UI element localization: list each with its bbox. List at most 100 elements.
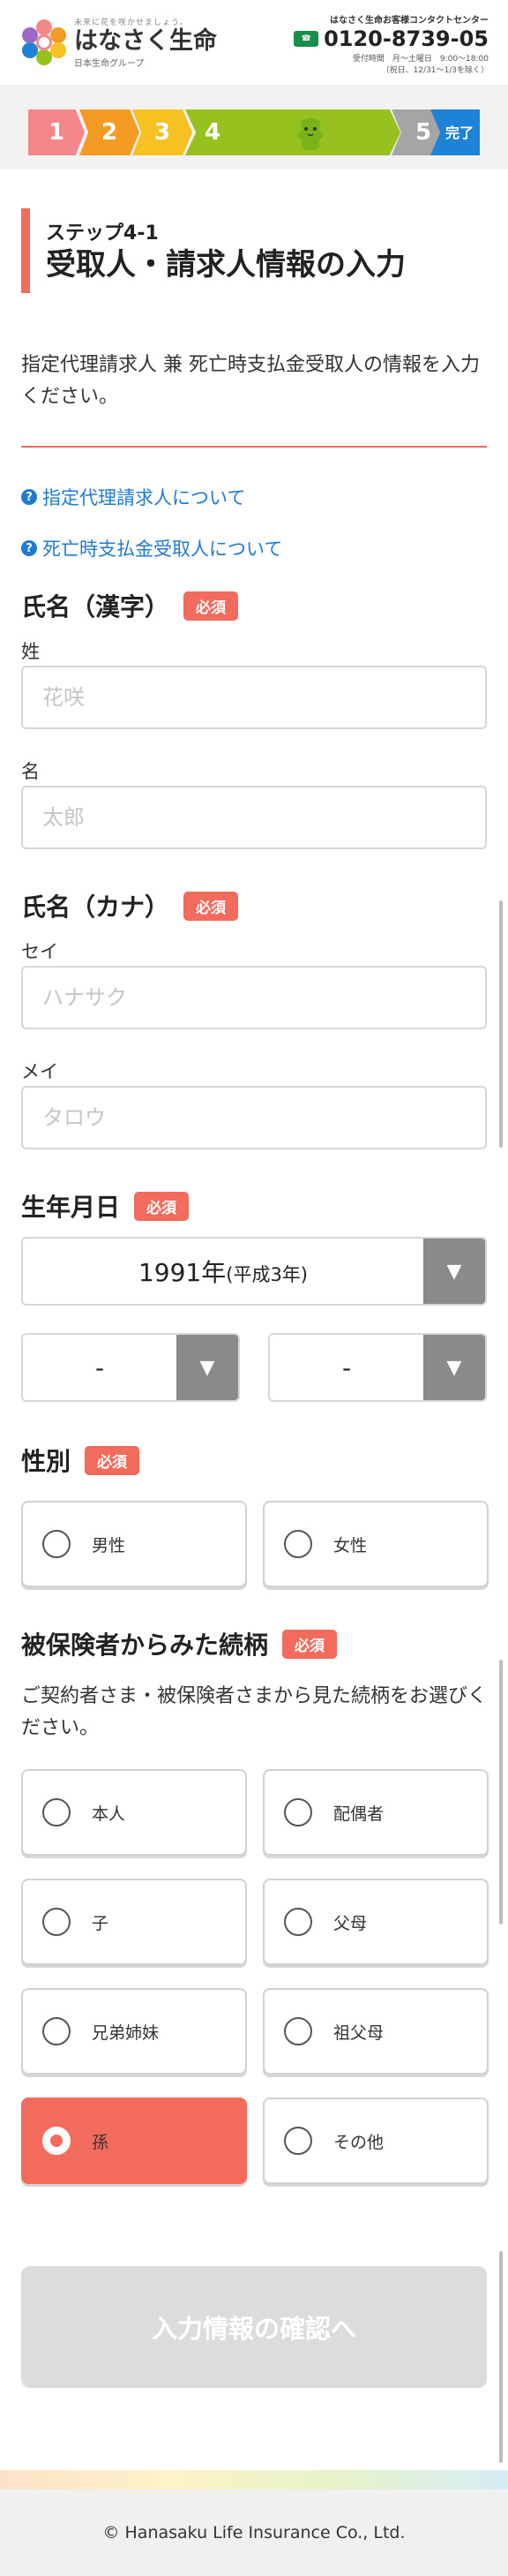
freedial-icon: ☎	[294, 31, 319, 47]
radio-button	[284, 2127, 312, 2155]
required-badge: 必須	[282, 1629, 338, 1659]
business-hours-note: （祝日、12/31～1/3を除く）	[381, 66, 489, 75]
radio-button-selected	[42, 2127, 71, 2155]
flower-logo-icon	[21, 19, 67, 65]
radio-button	[42, 1908, 71, 1936]
first-name-kanji-input[interactable]	[21, 786, 487, 849]
relation-option-siblings[interactable]: 兄弟姉妹	[21, 1988, 247, 2075]
radio-label: 孫	[92, 2132, 109, 2152]
mascot-icon	[293, 118, 328, 150]
scrollbar[interactable]	[499, 2251, 503, 2463]
divider	[21, 446, 487, 448]
help-link-label: 死亡時支払金受取人について	[42, 539, 283, 560]
relation-option-grandchild[interactable]: 孫	[21, 2098, 247, 2184]
last-name-label: 姓	[21, 641, 40, 662]
relation-option-other[interactable]: その他	[263, 2098, 489, 2184]
relation-option-spouse[interactable]: 配偶者	[263, 1769, 489, 1856]
birth-month-value: -	[94, 1352, 105, 1382]
birth-day-select[interactable]: - ▼	[268, 1333, 487, 1402]
brand-name: はなさく生命	[74, 27, 217, 55]
section-title: 氏名（カナ）	[21, 893, 170, 922]
radio-label: 女性	[333, 1535, 368, 1555]
last-name-kanji-input[interactable]	[21, 666, 487, 729]
relation-option-parents[interactable]: 父母	[263, 1879, 489, 1965]
relation-option-child[interactable]: 子	[21, 1879, 247, 1965]
business-hours: 受付時間 月～土曜日 9:00～18:00	[352, 55, 489, 64]
scrollbar[interactable]	[499, 900, 503, 1148]
name-kana-heading: 氏名（カナ） 必須	[21, 888, 239, 923]
logo[interactable]: 未来に花を咲かせましょう。 はなさく生命 日本生命グループ	[21, 16, 217, 69]
section-title: 生年月日	[21, 1193, 121, 1222]
scrollbar[interactable]	[499, 1660, 503, 1924]
relation-heading: 被保険者からみた続柄 必須	[21, 1626, 338, 1661]
contact-center: はなさく生命お客様コンタクトセンター ☎ 0120-8739-05 受付時間 月…	[294, 12, 489, 75]
radio-label: 兄弟姉妹	[92, 2022, 160, 2043]
question-icon: ?	[21, 540, 37, 556]
relation-description: ご契約者さま・被保険者さまから見た続柄をお選びください。	[21, 1685, 488, 1739]
progress-step-1: 1	[28, 109, 85, 155]
help-link-designated-proxy[interactable]: ? 指定代理請求人について	[21, 484, 245, 510]
phone-number[interactable]: 0120-8739-05	[324, 27, 489, 50]
radio-button	[284, 1908, 312, 1936]
radio-label: 子	[92, 1913, 109, 1933]
radio-button	[284, 1530, 312, 1558]
birth-year-value: 1991年	[138, 1258, 227, 1287]
chevron-down-icon: ▼	[423, 1335, 485, 1400]
gender-option-female[interactable]: 女性	[263, 1501, 489, 1587]
tagline: 未来に花を咲かせましょう。	[74, 19, 189, 27]
birthdate-heading: 生年月日 必須	[21, 1188, 190, 1224]
birth-year-era: (平成3年)	[226, 1264, 308, 1285]
radio-label: 祖父母	[333, 2022, 385, 2043]
relation-option-grandparents[interactable]: 祖父母	[263, 1988, 489, 2075]
copyright: © Hanasaku Life Insurance Co., Ltd.	[102, 2523, 406, 2542]
progress-area: 1 2 3 4 5 完了	[0, 85, 508, 169]
radio-label: 配偶者	[333, 1804, 385, 1824]
last-name-kana-label: セイ	[21, 941, 58, 962]
footer: © Hanasaku Life Insurance Co., Ltd.	[0, 2489, 508, 2576]
section-title: 性別	[21, 1447, 71, 1476]
page-title-block: ステップ4-1 受取人・請求人情報の入力	[21, 208, 487, 293]
page-title: 受取人・請求人情報の入力	[46, 247, 406, 282]
birth-day-value: -	[341, 1352, 352, 1382]
first-name-label: 名	[21, 761, 40, 782]
birth-year-select[interactable]: 1991年(平成3年) ▼	[21, 1237, 487, 1306]
radio-label: 父母	[333, 1913, 368, 1933]
chevron-down-icon: ▼	[423, 1239, 485, 1304]
help-link-label: 指定代理請求人について	[42, 487, 246, 508]
name-kanji-heading: 氏名（漢字） 必須	[21, 588, 239, 623]
radio-button	[284, 2017, 312, 2045]
intro-text: 指定代理請求人 兼 死亡時支払金受取人の情報を入力ください。	[21, 354, 480, 408]
question-icon: ?	[21, 489, 37, 505]
radio-label: 本人	[92, 1804, 126, 1824]
footer-color-strip	[0, 2470, 508, 2489]
progress-step-2: 2	[79, 109, 139, 155]
step-label: ステップ4-1	[46, 222, 159, 245]
contact-title: はなさく生命お客様コンタクトセンター	[330, 16, 489, 26]
site-header: 未来に花を咲かせましょう。 はなさく生命 日本生命グループ はなさく生命お客様コ…	[0, 0, 508, 85]
radio-label: 男性	[92, 1535, 126, 1555]
relation-option-self[interactable]: 本人	[21, 1769, 247, 1856]
gender-option-male[interactable]: 男性	[21, 1501, 247, 1587]
step-progress: 1 2 3 4 5 完了	[28, 109, 480, 155]
progress-step-3: 3	[132, 109, 192, 155]
section-title: 氏名（漢字）	[21, 592, 170, 621]
help-link-death-benefit-recipient[interactable]: ? 死亡時支払金受取人について	[21, 535, 282, 561]
chevron-down-icon: ▼	[176, 1335, 238, 1400]
progress-step-4-label: 4	[205, 119, 221, 146]
group-name: 日本生命グループ	[74, 59, 145, 69]
required-badge: 必須	[183, 891, 239, 921]
required-badge: 必須	[134, 1191, 190, 1221]
first-name-kana-input[interactable]	[21, 1086, 487, 1149]
confirm-button[interactable]: 入力情報の確認へ	[21, 2266, 487, 2388]
last-name-kana-input[interactable]	[21, 966, 487, 1029]
gender-heading: 性別 必須	[21, 1442, 140, 1478]
radio-button	[42, 2017, 71, 2045]
radio-button	[284, 1798, 312, 1827]
section-title: 被保険者からみた続柄	[21, 1631, 269, 1660]
radio-button	[42, 1530, 71, 1558]
required-badge: 必須	[183, 591, 239, 621]
birth-month-select[interactable]: - ▼	[21, 1333, 240, 1402]
progress-step-4-current: 4	[185, 109, 400, 155]
radio-button	[42, 1798, 71, 1827]
required-badge: 必須	[85, 1445, 140, 1475]
